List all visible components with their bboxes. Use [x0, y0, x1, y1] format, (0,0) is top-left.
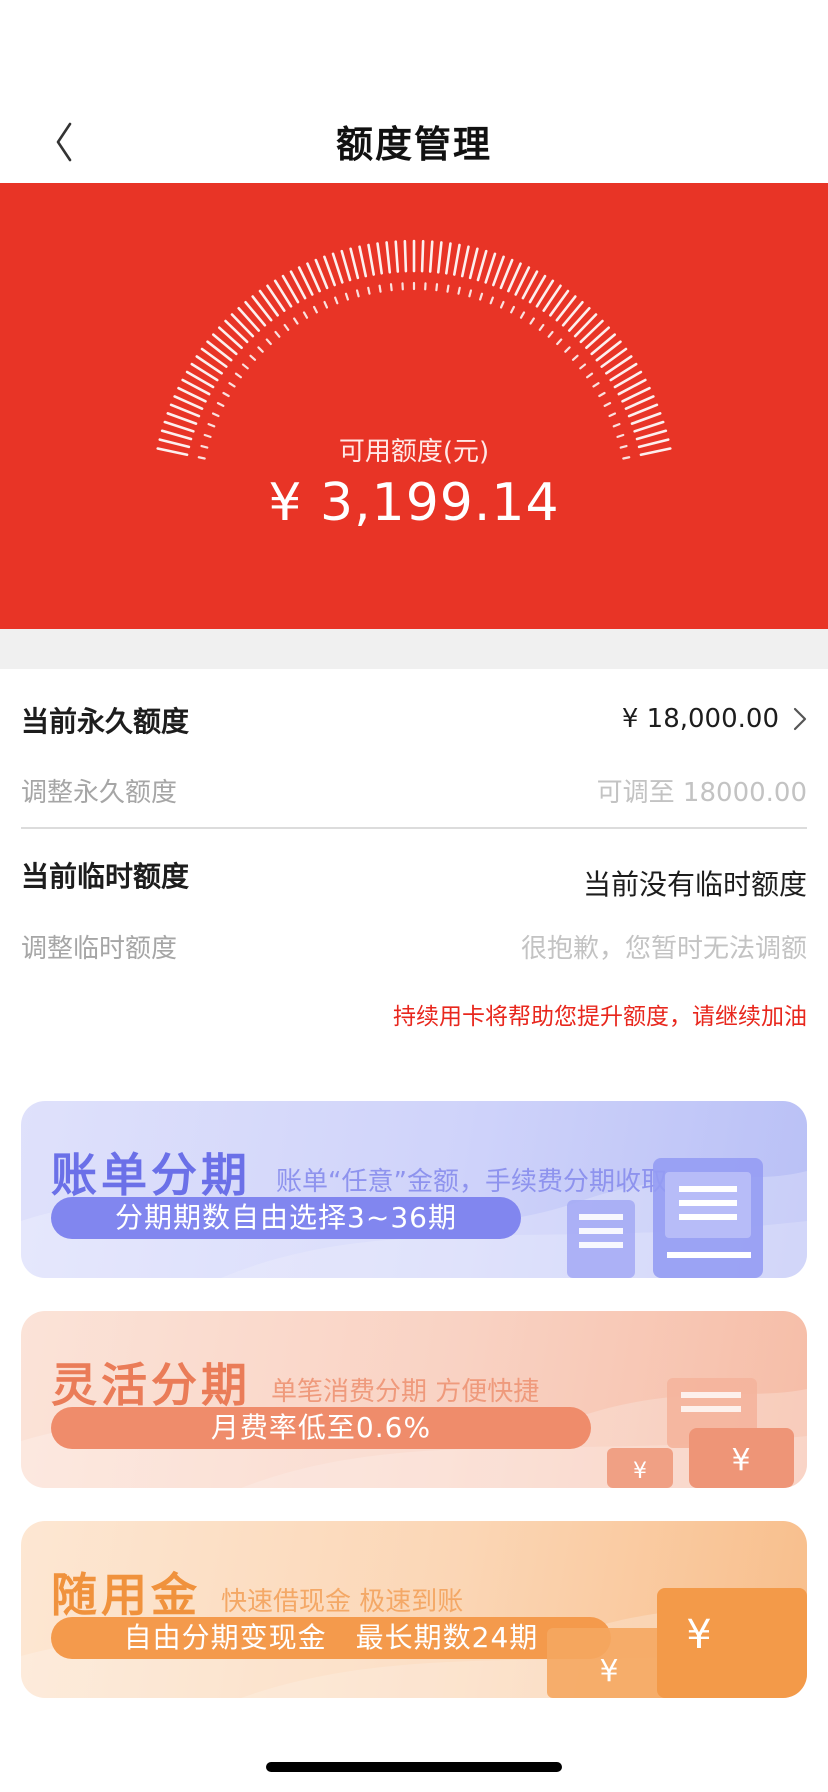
card-pill: 分期期数自由选择3~36期	[51, 1197, 521, 1239]
page-title: 额度管理	[336, 123, 492, 166]
bill-installment-card[interactable]: 账单分期 账单“任意”金额，手续费分期收取 分期期数自由选择3~36期	[21, 1101, 807, 1278]
card-description: 单笔消费分期 方便快捷	[271, 1377, 540, 1407]
card-pill: 月费率低至0.6%	[51, 1407, 591, 1449]
bill-document-icon	[567, 1158, 763, 1278]
adjust-permanent-value[interactable]: 可调至 18000.00	[597, 772, 807, 809]
adjust-temporary-value: 很抱歉，您暂时无法调额	[520, 934, 807, 964]
permanent-limit-title: 当前永久额度	[21, 705, 190, 738]
card-pill: 自由分期变现金 最长期数24期	[51, 1617, 611, 1659]
temporary-limit-title: 当前临时额度	[21, 860, 190, 893]
credit-gauge	[156, 239, 672, 460]
card-title: 灵活分期	[51, 1358, 251, 1412]
chevron-right-icon	[793, 707, 807, 731]
divider	[21, 827, 807, 829]
adjust-permanent-label: 调整永久额度	[21, 778, 178, 808]
available-credit-label: 可用额度(元)	[338, 437, 490, 467]
yen-coin-icon: ¥ ¥	[547, 1588, 807, 1698]
available-credit-amount: ¥ 3,199.14	[268, 473, 560, 533]
temporary-limit-value: 当前没有临时额度	[582, 868, 807, 901]
cash-on-demand-card[interactable]: 随用金 快速借现金 极速到账 自由分期变现金 最长期数24期 ¥ ¥	[21, 1521, 807, 1698]
available-credit-panel: 可用额度(元) ¥ 3,199.14	[0, 183, 828, 629]
card-description: 快速借现金 极速到账	[221, 1587, 464, 1617]
svg-text:¥: ¥	[731, 1443, 750, 1478]
card-title: 账单分期	[51, 1148, 251, 1202]
credit-notice: 持续用卡将帮助您提升额度，请继续加油	[393, 1004, 807, 1030]
permanent-limit-amount: ¥ 18,000.00	[621, 704, 779, 734]
adjust-temporary-label: 调整临时额度	[21, 934, 178, 964]
permanent-limit-value[interactable]: ¥ 18,000.00	[622, 704, 807, 734]
card-title: 随用金	[51, 1568, 201, 1622]
svg-text:¥: ¥	[633, 1459, 647, 1484]
home-indicator[interactable]	[266, 1762, 562, 1772]
navigation-bar: 额度管理	[0, 0, 828, 183]
flexible-installment-card[interactable]: 灵活分期 单笔消费分期 方便快捷 月费率低至0.6% ¥ ¥	[21, 1311, 807, 1488]
section-spacer	[0, 629, 828, 669]
svg-text:¥: ¥	[686, 1612, 711, 1658]
svg-text:¥: ¥	[599, 1654, 618, 1689]
yen-coin-icon: ¥ ¥	[607, 1378, 794, 1488]
